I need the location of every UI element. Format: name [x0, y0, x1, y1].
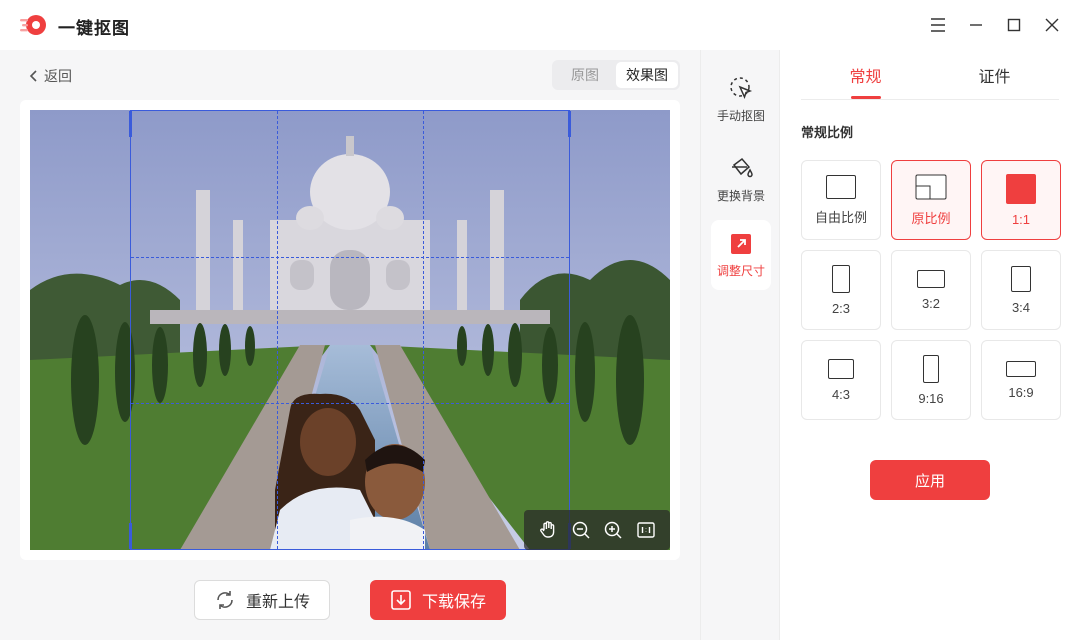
title-bar: 一键抠图	[0, 0, 1080, 50]
ratio-label: 自由比例	[814, 209, 867, 225]
reupload-button[interactable]: 重新上传	[194, 580, 330, 620]
rail-item-manual-cutout[interactable]: 手动抠图	[711, 64, 771, 134]
cursor-select-icon	[730, 76, 753, 99]
back-label: 返回	[44, 68, 72, 84]
landscape-icon	[828, 358, 854, 379]
tool-rail: 手动抠图 更换背景 调整尺寸	[700, 50, 780, 640]
landscape-icon	[1006, 360, 1036, 377]
editor-area: 返回 原图 效果图 重新上传 下载保存	[0, 50, 700, 640]
square-icon	[1006, 173, 1036, 204]
download-label: 下载保存	[421, 594, 486, 611]
portrait-icon	[1011, 265, 1031, 292]
app-window: 一键抠图 返回 原图 效果图 重新上传 下载保存 手动抠图 更换背景 调整尺寸 …	[0, 0, 1080, 640]
hand-icon[interactable]	[535, 517, 561, 543]
zoom-in-icon[interactable]	[600, 517, 626, 543]
settings-panel: 常规 证件 常规比例 自由比例 原比例 1:1 2:3 3:2 3:4 4:3 …	[781, 50, 1080, 640]
reupload-label: 重新上传	[245, 594, 310, 611]
tab-result[interactable]: 效果图	[616, 62, 678, 88]
ratio-label: 16:9	[1008, 384, 1034, 400]
ratio-free[interactable]: 自由比例	[801, 160, 881, 240]
ratio-label: 原比例	[911, 210, 951, 226]
crop-handle-top-left[interactable]	[129, 111, 132, 137]
rail-label: 调整尺寸	[716, 263, 765, 278]
menu-icon[interactable]	[926, 13, 950, 37]
original-ratio-icon	[915, 174, 947, 199]
crop-guide-horizontal	[131, 403, 569, 404]
rail-item-resize[interactable]: 调整尺寸	[711, 220, 771, 290]
refresh-icon	[217, 591, 233, 609]
crop-guide-horizontal	[131, 257, 569, 258]
portrait-icon	[832, 264, 850, 293]
zoom-toolbar	[524, 510, 670, 550]
ratio-label: 4:3	[831, 386, 851, 402]
download-button[interactable]: 下载保存	[370, 580, 506, 620]
ratio-label: 9:16	[918, 390, 944, 406]
resize-icon	[731, 233, 751, 254]
tab-regular[interactable]: 常规	[801, 50, 930, 99]
maximize-icon[interactable]	[1002, 13, 1026, 37]
download-icon	[391, 590, 411, 610]
ratio-2-3[interactable]: 2:3	[801, 250, 881, 330]
result-image[interactable]	[30, 110, 670, 550]
landscape-icon	[917, 269, 945, 288]
panel-tabs: 常规 证件	[801, 50, 1059, 100]
tab-id-photo[interactable]: 证件	[930, 50, 1059, 99]
paint-bucket-icon	[732, 157, 753, 177]
ratio-grid: 自由比例 原比例 1:1 2:3 3:2 3:4 4:3 9:16 16:9	[801, 160, 1061, 420]
ratio-label: 3:4	[1011, 299, 1031, 315]
ratio-label: 1:1	[1011, 211, 1031, 227]
portrait-icon	[923, 354, 939, 383]
tab-original[interactable]: 原图	[554, 62, 616, 88]
ratio-3-2[interactable]: 3:2	[891, 250, 971, 330]
rail-item-change-background[interactable]: 更换背景	[711, 144, 771, 214]
apply-button[interactable]: 应用	[870, 460, 990, 500]
crop-guide-vertical	[277, 111, 278, 549]
rail-label: 更换背景	[716, 188, 765, 203]
crop-guide-vertical	[423, 111, 424, 549]
ratio-1-1[interactable]: 1:1	[981, 160, 1061, 240]
ratio-16-9[interactable]: 16:9	[981, 340, 1061, 420]
ratio-9-16[interactable]: 9:16	[891, 340, 971, 420]
ratio-label: 2:3	[831, 300, 851, 316]
zoom-out-icon[interactable]	[568, 517, 594, 543]
view-toggle: 原图 效果图	[552, 60, 680, 90]
canvas-card	[20, 100, 680, 560]
crop-handle-top-right[interactable]	[568, 111, 571, 137]
app-logo-icon	[20, 13, 48, 37]
crop-box[interactable]	[129, 110, 571, 550]
minimize-icon[interactable]	[964, 13, 988, 37]
actual-size-icon[interactable]	[633, 517, 659, 543]
ratio-original[interactable]: 原比例	[891, 160, 971, 240]
section-title: 常规比例	[801, 125, 854, 140]
close-icon[interactable]	[1040, 13, 1064, 37]
rail-label: 手动抠图	[716, 108, 765, 123]
ratio-label: 3:2	[921, 295, 941, 311]
app-title: 一键抠图	[58, 19, 130, 38]
ratio-4-3[interactable]: 4:3	[801, 340, 881, 420]
crop-handle-bottom-left[interactable]	[129, 523, 132, 549]
back-button[interactable]: 返回	[28, 66, 72, 86]
ratio-3-4[interactable]: 3:4	[981, 250, 1061, 330]
rectangle-icon	[826, 174, 856, 199]
chevron-left-icon	[29, 70, 37, 82]
